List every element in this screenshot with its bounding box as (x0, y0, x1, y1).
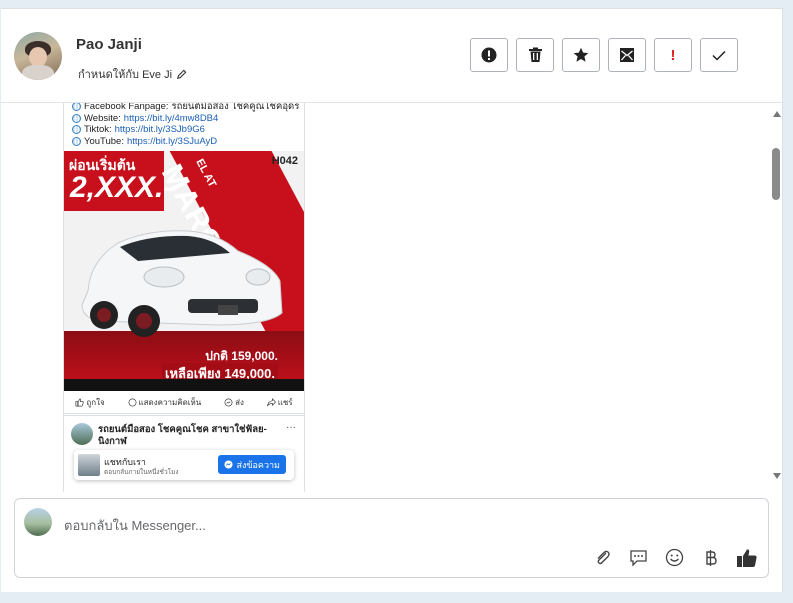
mark-spam-button[interactable] (470, 38, 508, 72)
chat-thumbnail (78, 454, 100, 476)
delete-button[interactable] (516, 38, 554, 72)
reply-input[interactable]: ตอบกลับใน Messenger... (64, 515, 206, 536)
reply-tools (591, 546, 758, 569)
share-action[interactable]: แชร์ (266, 396, 293, 409)
share-icon (266, 397, 276, 406)
reply-box: ตอบกลับใน Messenger... (14, 498, 769, 578)
comment-icon[interactable] (627, 546, 650, 569)
scroll-up-arrow-icon[interactable] (773, 111, 781, 117)
mark-unread-button[interactable] (608, 38, 646, 72)
tiktok-link[interactable]: https://bit.ly/3SJb9G6 (115, 124, 205, 136)
assignment-text: กำหนดให้กับ Eve Ji (78, 69, 173, 81)
link-row: Website: https://bit.ly/4mw8DB4 (72, 113, 299, 125)
link-row: Tiktok: https://bit.ly/3SJb9G6 (72, 124, 299, 136)
trash-icon (528, 47, 542, 62)
comment-icon (128, 398, 136, 406)
scrollbar-thumb[interactable] (772, 148, 780, 200)
thumbs-up-icon[interactable] (735, 546, 758, 569)
messenger-icon (224, 398, 233, 406)
globe-icon (72, 136, 81, 146)
baht-icon[interactable] (699, 546, 722, 569)
star-icon (573, 47, 589, 62)
message-area[interactable]: Facebook Fanpage: รถยนต์มือสอง โชคคูณโชค… (1, 103, 782, 492)
more-options-icon[interactable]: ··· (286, 422, 296, 433)
scroll-down-arrow-icon[interactable] (773, 473, 781, 479)
contact-name[interactable]: Pao Janji (76, 36, 142, 53)
youtube-link[interactable]: https://bit.ly/3SJuAyD (127, 136, 217, 148)
post-actions: ถูกใจ แสดงความคิดเห็น ส่ง แชร์ (64, 391, 304, 414)
emoji-icon[interactable] (663, 546, 686, 569)
mark-unread-icon (620, 48, 634, 62)
chat-subtitle: ตอบกลับภายในหนึ่งชั่วโมง (104, 469, 179, 476)
star-button[interactable] (562, 38, 600, 72)
comment-action[interactable]: แสดงความคิดเห็น (128, 396, 201, 409)
mark-important-button[interactable]: ! (654, 38, 692, 72)
chat-with-us-box: แชทกับเรา ตอบกลับภายในหนึ่งชั่วโมง ส่งข้… (74, 450, 294, 480)
mark-done-button[interactable] (700, 38, 738, 72)
thumbs-up-icon (75, 398, 85, 406)
link-row: Facebook Fanpage: รถยนต์มือสอง โชคคูณโชค… (72, 103, 299, 113)
car-code: H042 (271, 155, 298, 167)
second-post[interactable]: รถยนต์มือสอง โชคคูณโชค สาขาใช่ฟัลย-นิงกา… (64, 415, 304, 492)
car-image (81, 230, 283, 337)
paperclip-icon[interactable] (591, 546, 614, 569)
website-link[interactable]: https://bit.ly/4mw8DB4 (124, 113, 219, 125)
alert-icon (481, 47, 497, 63)
post-links: Facebook Fanpage: รถยนต์มือสอง โชคคูณโชค… (72, 103, 299, 147)
car-ad-image[interactable]: ผ่อนเริ่มต้น 2,XXX.- H042 MARCH 1.2 EL A… (64, 151, 304, 391)
globe-icon (72, 125, 81, 135)
conversation-panel: Pao Janji กำหนดให้กับ Eve Ji ! Facebook … (1, 8, 783, 592)
check-icon (712, 50, 726, 61)
important-icon: ! (670, 46, 676, 64)
messenger-icon (224, 460, 234, 469)
like-action[interactable]: ถูกใจ (75, 396, 105, 409)
page-avatar (71, 423, 93, 445)
globe-icon (72, 113, 81, 123)
page-name[interactable]: รถยนต์มือสอง โชคคูณโชค สาขาใช่ฟัลย-นิงกา… (98, 424, 268, 448)
globe-icon (72, 103, 81, 112)
send-action[interactable]: ส่ง (224, 396, 244, 409)
pencil-icon[interactable] (176, 69, 187, 80)
conversation-toolbar: ! (470, 38, 738, 72)
send-message-button[interactable]: ส่งข้อความ (218, 455, 286, 474)
conversation-header: Pao Janji กำหนดให้กับ Eve Ji ! (1, 9, 782, 103)
shared-post-card[interactable]: Facebook Fanpage: รถยนต์มือสอง โชคคูณโชค… (63, 103, 305, 492)
page-avatar (24, 508, 52, 536)
link-row: YouTube: https://bit.ly/3SJuAyD (72, 136, 299, 148)
assignment-label[interactable]: กำหนดให้กับ Eve Ji (78, 65, 187, 83)
message-scrollbar[interactable] (770, 103, 782, 492)
contact-avatar[interactable] (14, 32, 62, 80)
